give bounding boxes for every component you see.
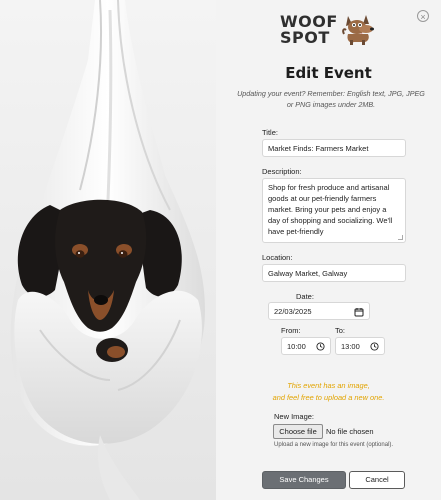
from-label: From: xyxy=(281,326,301,335)
location-label: Location: xyxy=(262,253,293,262)
resize-handle-icon[interactable] xyxy=(398,235,403,240)
date-value: 22/03/2025 xyxy=(274,307,312,316)
description-label: Description: xyxy=(262,167,302,176)
date-label: Date: xyxy=(296,292,314,301)
cancel-button[interactable]: Cancel xyxy=(349,471,405,489)
end-time-value: 13:00 xyxy=(341,342,360,351)
to-label: To: xyxy=(335,326,346,335)
clock-icon[interactable] xyxy=(316,342,325,351)
dog-logo-icon xyxy=(342,15,374,45)
dog-photo xyxy=(0,0,216,500)
end-time-input[interactable]: 13:00 xyxy=(335,337,385,355)
close-icon[interactable]: × xyxy=(417,10,429,22)
page-title: Edit Event xyxy=(285,64,372,82)
start-time-value: 10:00 xyxy=(287,342,306,351)
title-input[interactable]: Market Finds: Farmers Market xyxy=(262,139,406,157)
image-notice-line-1: This event has an image, xyxy=(287,381,370,390)
file-help-text: Upload a new image for this event (optio… xyxy=(274,442,394,448)
edit-event-panel: × WOOF SPOT Edit Event Updating your eve… xyxy=(216,0,441,500)
clock-icon[interactable] xyxy=(370,342,379,351)
page-subtitle: Updating your event? Remember: English t… xyxy=(237,89,425,109)
date-input[interactable]: 22/03/2025 xyxy=(268,302,370,320)
image-notice-line-2: and feel free to upload a new one. xyxy=(272,393,385,402)
location-input[interactable]: Galway Market, Galway xyxy=(262,264,406,282)
title-label: Title: xyxy=(262,128,278,137)
description-text: Shop for fresh produce and artisanal goo… xyxy=(268,183,393,236)
new-image-label: New Image: xyxy=(274,412,315,421)
brand-logo-text: WOOF SPOT xyxy=(280,14,338,46)
start-time-input[interactable]: 10:00 xyxy=(281,337,331,355)
calendar-icon[interactable] xyxy=(354,307,364,317)
dog-in-blanket-illustration xyxy=(10,0,205,500)
choose-file-button[interactable]: Choose file xyxy=(273,424,323,439)
image-notice: This event has an image, and feel free t… xyxy=(226,380,431,404)
file-status: No file chosen xyxy=(326,427,374,436)
save-changes-button[interactable]: Save Changes xyxy=(262,471,346,489)
description-textarea[interactable]: Shop for fresh produce and artisanal goo… xyxy=(262,178,406,243)
brand-line-2: SPOT xyxy=(280,28,330,47)
